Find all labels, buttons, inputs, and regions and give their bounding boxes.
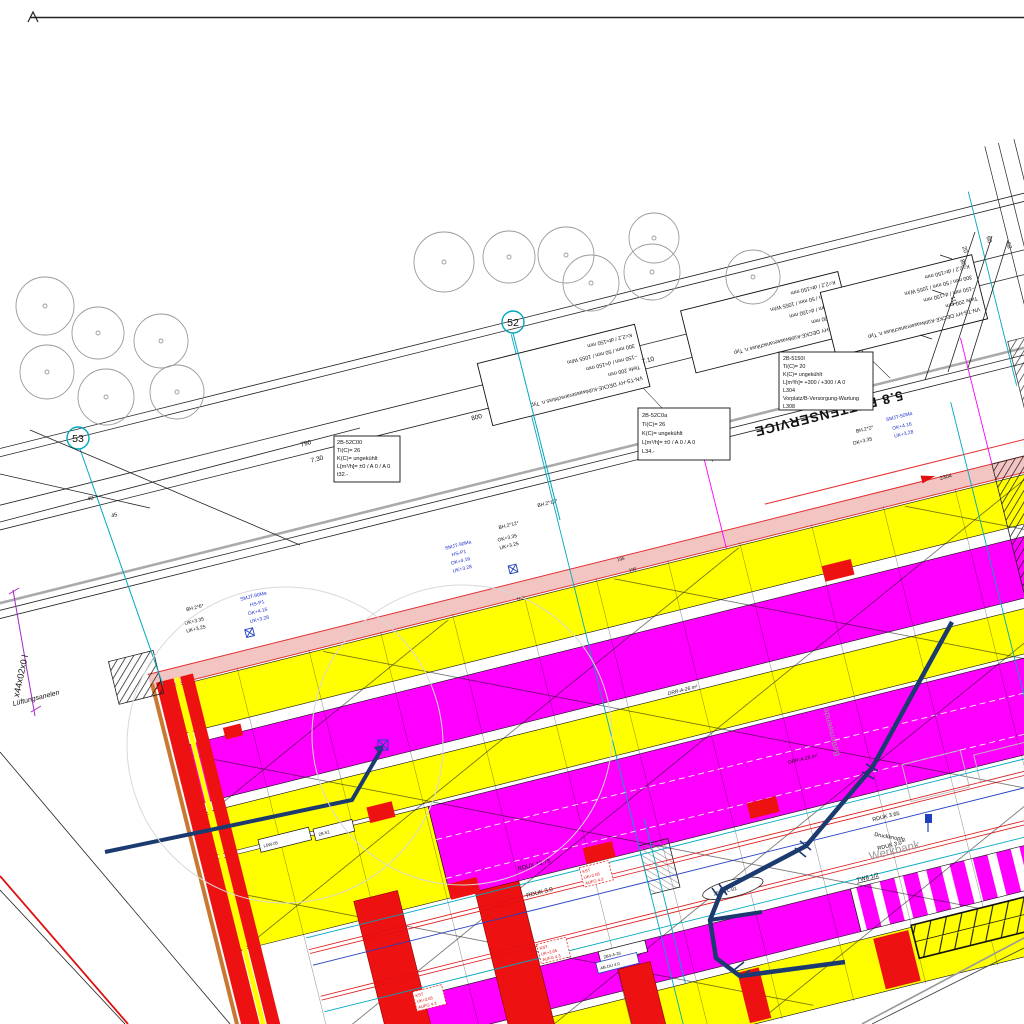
svg-text:L[m³/h]= ±0 / A 0 / A 0: L[m³/h]= ±0 / A 0 / A 0 <box>642 440 695 446</box>
svg-text:45: 45 <box>111 512 118 519</box>
svg-text:7.30: 7.30 <box>310 455 324 465</box>
svg-text:790: 790 <box>300 439 313 449</box>
svg-text:L[m³/h]= +300 / +300 / A 0: L[m³/h]= +300 / +300 / A 0 <box>783 380 845 386</box>
svg-text:L[m³/h]= ±0 / A 0 / A 0: L[m³/h]= ±0 / A 0 / A 0 <box>337 464 390 470</box>
svg-text:20: 20 <box>960 246 968 255</box>
svg-text:t32.-: t32.- <box>337 472 348 478</box>
rotated-plan-group: VN-TS-HY DECKE-Kühlwasseranschluss n. Ty… <box>0 50 1024 1024</box>
tree-circles <box>16 213 780 425</box>
svg-text:Vorplatz/B-Versorgung-Wartung: Vorplatz/B-Versorgung-Wartung <box>783 396 859 402</box>
info-box-b: 2B-52C0a Ti(C)= 26 K(C)= ungekühlt L[m³/… <box>638 408 730 460</box>
svg-text:53: 53 <box>72 433 84 445</box>
svg-text:Ti(C)= 20: Ti(C)= 20 <box>783 364 805 370</box>
svg-text:2B-52C0a: 2B-52C0a <box>642 413 668 419</box>
info-box-a: 2B-52C00 Ti(C)= 26 K(C)= ungekühlt L[m³/… <box>334 436 400 482</box>
svg-text:L34.-: L34.- <box>642 449 655 455</box>
svg-text:L308: L308 <box>783 404 795 410</box>
svg-text:K(C)= ungekühlt: K(C)= ungekühlt <box>642 431 683 437</box>
svg-text:OK+3.35: OK+3.35 <box>852 436 873 447</box>
svg-text:60: 60 <box>984 236 992 245</box>
svg-text:2B-5150I: 2B-5150I <box>783 356 805 362</box>
svg-text:800: 800 <box>471 413 484 423</box>
red-diagonal-line <box>0 876 128 1024</box>
sheet-border <box>28 12 1024 22</box>
info-box-c: 2B-5150I Ti(C)= 20 K(C)= ungekühlt L[m³/… <box>779 352 873 410</box>
svg-text:BH.2*12*: BH.2*12* <box>498 520 519 531</box>
cad-plan-canvas: VN-TS-HY DECKE-Kühlwasseranschluss n. Ty… <box>0 0 1024 1024</box>
svg-text:BH.2*2*: BH.2*2* <box>855 425 874 435</box>
svg-text:K(C)= ungekühlt: K(C)= ungekühlt <box>783 372 823 378</box>
svg-text:Ti(C)= 26: Ti(C)= 26 <box>337 448 360 454</box>
svg-text:BH.2*6*: BH.2*6* <box>186 603 205 613</box>
svg-text:52: 52 <box>507 317 519 329</box>
svg-text:Ti(C)= 26: Ti(C)= 26 <box>642 422 665 428</box>
ref-bubble-53: 53 <box>67 427 163 685</box>
svg-text:K(C)= ungekühlt: K(C)= ungekühlt <box>337 456 378 462</box>
svg-text:L304: L304 <box>783 388 795 394</box>
svg-text:7.10: 7.10 <box>641 356 655 366</box>
svg-text:2B-52C00: 2B-52C00 <box>337 440 362 446</box>
svg-text:x44x02x0 l: x44x02x0 l <box>11 654 30 698</box>
